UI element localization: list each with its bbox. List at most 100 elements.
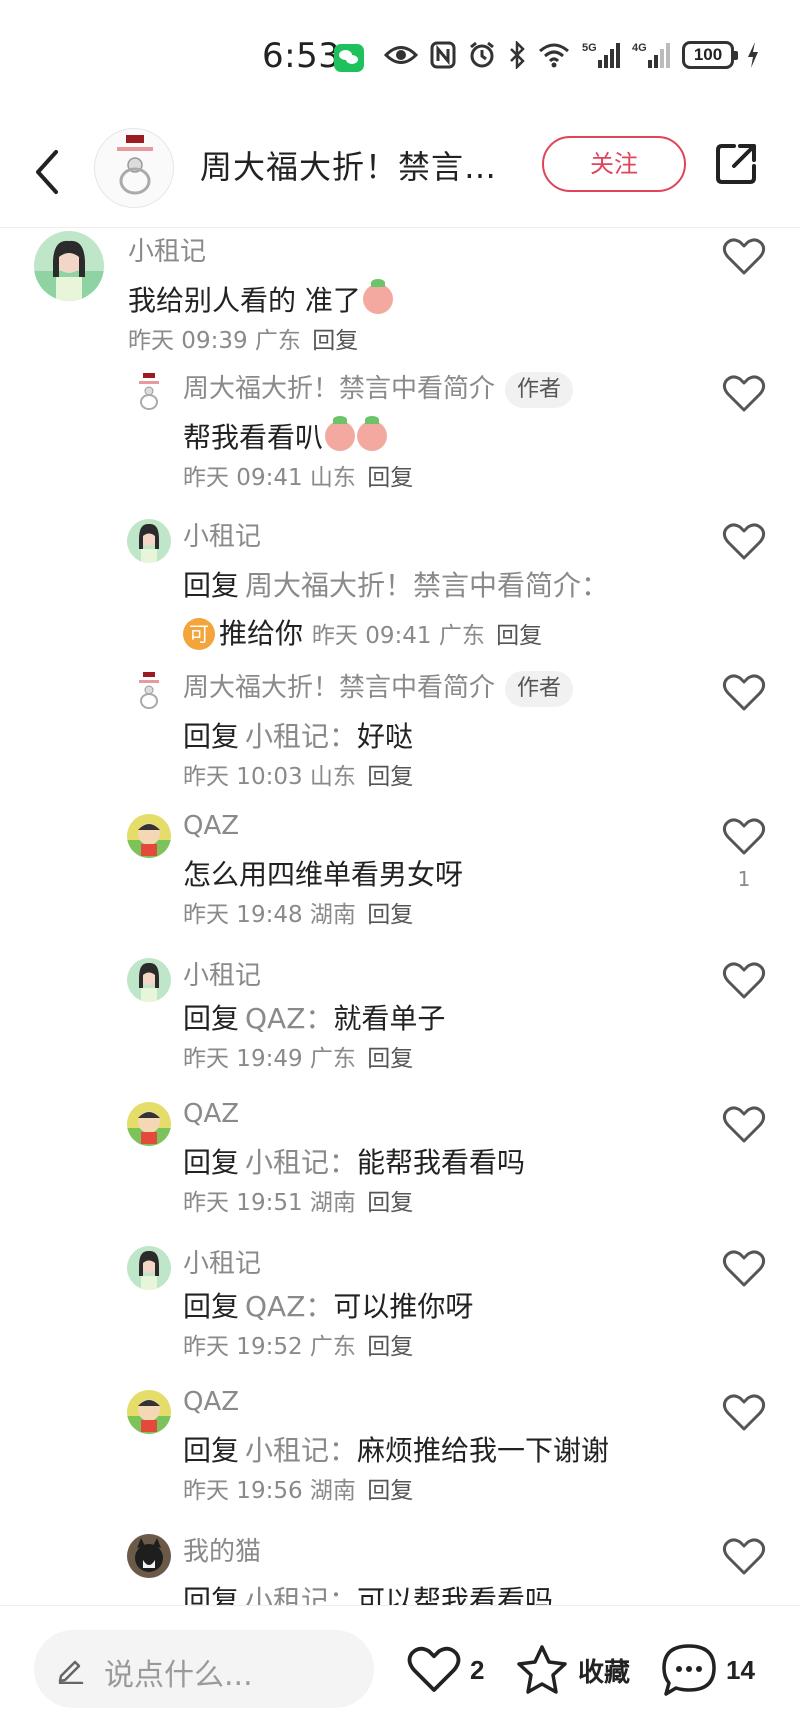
heart-icon[interactable]	[722, 817, 766, 857]
comment-meta: 昨天 09:41 山东 回复	[183, 458, 413, 492]
follow-button[interactable]: 关注	[542, 136, 686, 192]
comment-region: 广东	[254, 328, 301, 354]
reply-link[interactable]: 回复	[367, 465, 413, 491]
commenter-name[interactable]: 周大福大折！禁言中看简介 作者	[183, 667, 574, 707]
heart-icon[interactable]	[722, 1249, 766, 1289]
comment-region: 湖南	[309, 1478, 356, 1504]
comment-meta: 昨天 19:51 湖南 回复	[183, 1183, 413, 1217]
peach-emoji-icon	[357, 416, 388, 451]
commenter-name[interactable]: QAZ	[183, 1387, 239, 1417]
alarm-icon	[470, 41, 494, 68]
commenter-name[interactable]: QAZ	[183, 811, 239, 841]
note-title: 周大福大折！禁言…	[200, 148, 498, 186]
reply-prefix: 回复	[183, 1584, 240, 1605]
comment-meta: 昨天 19:56 湖南 回复	[183, 1471, 413, 1505]
commenter-name-text[interactable]: 周大福大折！禁言中看简介	[183, 673, 495, 703]
collect-button[interactable]: 收藏	[514, 1642, 630, 1698]
comment-text: 我给别人看的 准了	[128, 279, 393, 319]
comment-text: 回复 小租记：能帮我看看吗	[183, 1141, 525, 1181]
avatar[interactable]	[127, 519, 171, 563]
eye-icon	[384, 46, 418, 64]
reply-link[interactable]: 回复	[496, 623, 542, 649]
comment-list: 小租记 我给别人看的 准了 昨天 09:39 广东 回复 周大福大折！禁言中看简…	[0, 229, 800, 1605]
avatar[interactable]	[127, 371, 171, 415]
avatar[interactable]	[127, 1390, 171, 1434]
comment-content: 好哒	[357, 720, 414, 753]
reply-link[interactable]: 回复	[367, 1046, 413, 1072]
reply-to-name[interactable]: 小租记：	[245, 720, 357, 753]
commenter-name[interactable]: 小租记	[183, 1243, 261, 1280]
heart-icon[interactable]	[722, 374, 766, 414]
heart-icon[interactable]	[722, 673, 766, 713]
comment-region: 广东	[438, 623, 485, 649]
avatar[interactable]	[127, 1534, 171, 1578]
comment-count: 14	[726, 1654, 755, 1685]
avatar[interactable]	[127, 1102, 171, 1146]
reply-link[interactable]: 回复	[367, 1190, 413, 1216]
avatar[interactable]	[127, 814, 171, 858]
commenter-name[interactable]: 小租记	[128, 231, 206, 268]
reply-prefix: 回复	[183, 1434, 240, 1467]
reply-link[interactable]: 回复	[367, 764, 413, 790]
commenter-name[interactable]: 周大福大折！禁言中看简介 作者	[183, 368, 574, 408]
note-author-avatar[interactable]	[94, 128, 174, 208]
reply-link[interactable]: 回复	[367, 902, 413, 928]
reply-to-name[interactable]: QAZ：	[245, 1002, 333, 1035]
peach-emoji-icon	[362, 279, 393, 314]
comment-text: 怎么用四维单看男女呀	[183, 853, 463, 893]
comment-content: 就看单子	[333, 1002, 446, 1035]
nfc-icon	[430, 41, 456, 69]
reply-link[interactable]: 回复	[312, 328, 358, 354]
commenter-name[interactable]: 小租记	[183, 516, 261, 553]
comment-content: 我给别人看的 准了	[128, 284, 361, 317]
bottom-action-bar: 说点什么... 2 收藏 14	[0, 1605, 800, 1733]
commenter-name-text[interactable]: 周大福大折！禁言中看简介	[183, 374, 495, 404]
comment-region: 山东	[309, 764, 356, 790]
heart-icon[interactable]	[722, 961, 766, 1001]
heart-icon[interactable]	[722, 1105, 766, 1145]
reply-link[interactable]: 回复	[367, 1334, 413, 1360]
heart-icon[interactable]	[722, 522, 766, 562]
comment-region: 湖南	[309, 1190, 356, 1216]
reply-to-name[interactable]: QAZ：	[245, 1290, 333, 1323]
reply-to-name[interactable]: 小租记：	[245, 1146, 357, 1179]
comment-time: 昨天 19:52	[183, 1334, 303, 1360]
comment-text: 帮我看看叭	[183, 416, 388, 456]
svg-text:5G: 5G	[582, 42, 597, 54]
avatar[interactable]	[34, 231, 104, 301]
like-button[interactable]: 2	[406, 1642, 484, 1698]
commenter-name[interactable]: QAZ	[183, 1099, 239, 1129]
commenter-name[interactable]: 小租记	[183, 955, 261, 992]
avatar[interactable]	[127, 1246, 171, 1290]
comment-text: 回复 小租记：可以帮我看看吗	[183, 1579, 553, 1605]
comment-region: 广东	[309, 1334, 356, 1360]
peach-emoji-icon	[325, 416, 356, 451]
commenter-name[interactable]: 我的猫	[183, 1531, 261, 1568]
comment-content: 麻烦推给我一下谢谢	[357, 1434, 610, 1467]
heart-icon[interactable]	[722, 1537, 766, 1577]
heart-icon[interactable]	[722, 237, 766, 277]
reply-prefix: 回复	[183, 1146, 240, 1179]
comment-meta: 昨天 09:39 广东 回复	[128, 321, 358, 355]
comment-content: 推给你	[219, 617, 304, 650]
reply-to-name[interactable]: 小租记：	[245, 1584, 357, 1605]
reply-to-name[interactable]: 小租记：	[245, 1434, 357, 1467]
comment-meta: 昨天 19:48 湖南 回复	[183, 895, 413, 929]
wifi-icon	[539, 43, 569, 68]
avatar[interactable]	[127, 670, 171, 714]
comment-input[interactable]: 说点什么...	[34, 1630, 374, 1708]
back-arrow-icon[interactable]	[28, 142, 68, 202]
share-icon[interactable]	[712, 140, 760, 188]
avatar[interactable]	[127, 958, 171, 1002]
collect-label: 收藏	[578, 1656, 631, 1687]
comment-button[interactable]: 14	[660, 1642, 755, 1698]
comment-content: 帮我看看叭	[183, 421, 324, 454]
comment-region: 山东	[309, 465, 356, 491]
comment-time: 昨天 19:48	[183, 902, 303, 928]
heart-icon[interactable]	[722, 1393, 766, 1433]
like-count: 1	[737, 867, 751, 891]
comment-meta: 昨天 10:03 山东 回复	[183, 757, 413, 791]
reply-to-name[interactable]: 周大福大折！禁言中看简介：	[245, 569, 609, 602]
reply-link[interactable]: 回复	[367, 1478, 413, 1504]
comment-time: 昨天 19:51	[183, 1190, 303, 1216]
